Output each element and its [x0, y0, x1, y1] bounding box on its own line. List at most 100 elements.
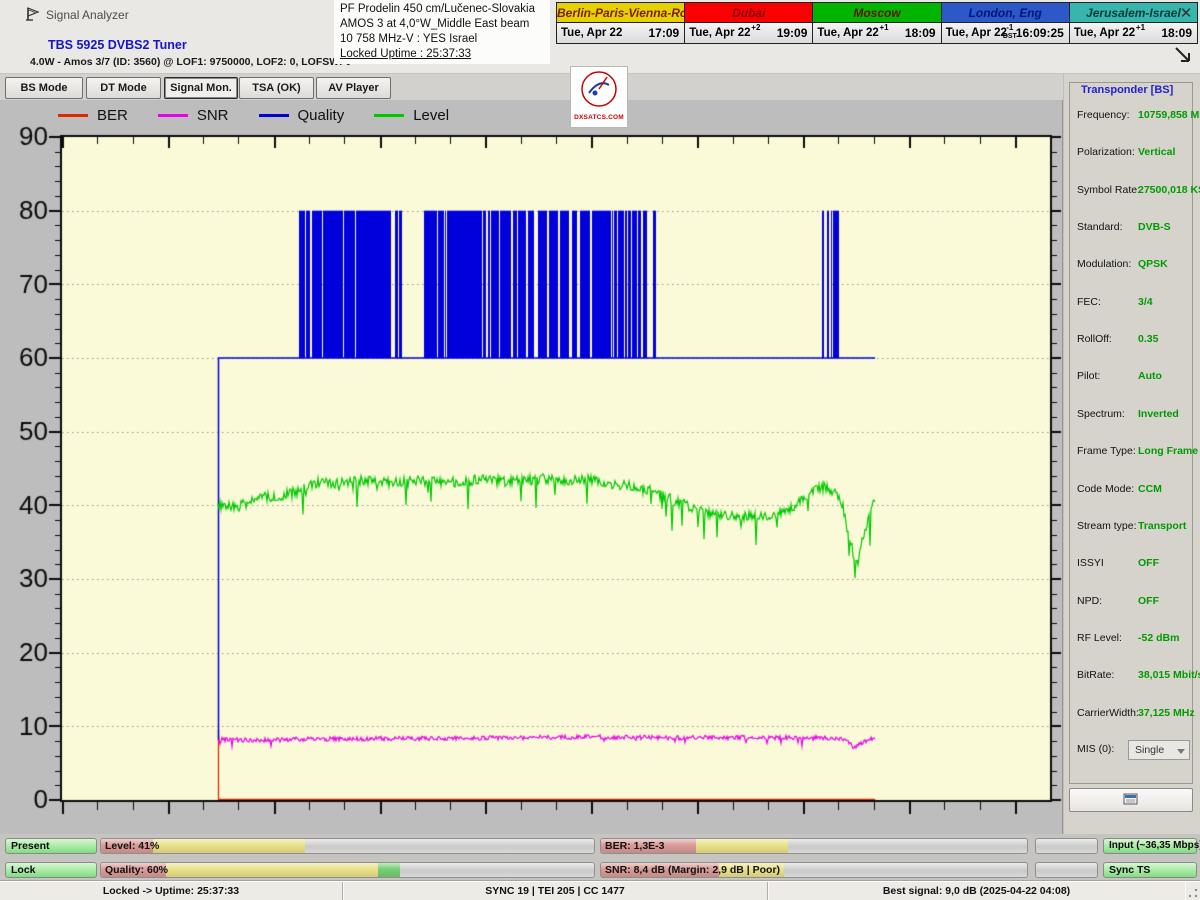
- legend-item-level: Level: [374, 107, 449, 124]
- transponder-row-label: Stream type:: [1077, 520, 1137, 532]
- transponder-panel: Transponder [BS] Frequency:10759,858 MHz…: [1064, 74, 1200, 880]
- clock-moscow: Moscow Tue, Apr 22 +1 18:09: [813, 3, 941, 43]
- tab-av-player[interactable]: AV Player: [316, 77, 391, 99]
- transponder-row-value: DVB-S: [1138, 221, 1171, 233]
- transponder-row-value: -52 dBm: [1138, 632, 1179, 644]
- transponder-row-label: BitRate:: [1077, 669, 1114, 681]
- transponder-row-value: Auto: [1138, 370, 1162, 382]
- ts-monitor-button[interactable]: [1069, 788, 1193, 812]
- clock-time: 19:09: [777, 26, 813, 40]
- mis-label: MIS (0):: [1077, 743, 1114, 755]
- transponder-row-label: CarrierWidth:: [1077, 707, 1139, 719]
- clock-time: 18:09: [905, 26, 941, 40]
- diagonal-arrow-icon[interactable]: [1172, 44, 1194, 66]
- lock-badge: Lock: [5, 862, 97, 878]
- input-rate-badge: Input (~36,35 Mbps): [1103, 838, 1197, 854]
- snr-progress-bar: SNR: 8,4 dB (Margin: 2,9 dB | Poor): [600, 862, 1028, 878]
- transponder-row: Spectrum:Inverted: [1070, 408, 1194, 422]
- transponder-row: Frame Type:Long Frame: [1070, 445, 1194, 459]
- level-progress-bar: Level: 41%: [100, 838, 595, 854]
- ber-progress-label: BER: 1,3E-3: [605, 840, 665, 852]
- window-title: Signal Analyzer: [46, 8, 129, 22]
- dxsatcs-logo: DXSATCS.COM: [570, 66, 628, 128]
- ber-progress-bar: BER: 1,3E-3: [600, 838, 1028, 854]
- transponder-row: CarrierWidth:37,125 MHz: [1070, 707, 1194, 721]
- site-line-3: 10 758 MHz-V : YES Israel: [340, 32, 544, 47]
- clock-dubai: Dubai Tue, Apr 22 +2 19:09: [685, 3, 813, 43]
- transponder-row-value: 10759,858 MHz: [1138, 109, 1200, 121]
- transponder-row: Code Mode: CCM: [1070, 483, 1194, 497]
- clock-utc-offset: +1: [879, 23, 888, 32]
- transponder-row-label: Modulation:: [1077, 258, 1131, 270]
- status-bars-band: Present Lock Level: 41% Quality: 60% BER…: [0, 834, 1200, 881]
- transponder-row: Stream type:Transport: [1070, 520, 1194, 534]
- close-icon[interactable]: ✕: [1176, 4, 1196, 22]
- transponder-row-value: OFF: [1138, 557, 1159, 569]
- clock-date: Tue, Apr 22: [813, 27, 878, 39]
- transponder-row-value: QPSK: [1138, 258, 1168, 270]
- site-line-2: AMOS 3 at 4,0°W_Middle East beam: [340, 17, 544, 32]
- progress-fill-segment: [696, 839, 788, 853]
- clock-city-label: Dubai: [685, 3, 812, 23]
- mis-dropdown[interactable]: Single: [1128, 740, 1190, 760]
- transponder-row-label: Code Mode:: [1077, 483, 1134, 495]
- transponder-row: RF Level: -52 dBm: [1070, 632, 1194, 646]
- transponder-row: ISSYIOFF: [1070, 557, 1194, 571]
- progress-fill-segment: [153, 839, 305, 853]
- transponder-row-label: RF Level:: [1077, 632, 1122, 644]
- quality-swatch: [259, 114, 289, 117]
- clock-date: Tue, Apr 22: [1070, 27, 1135, 39]
- clock-utc-offset: +2: [751, 23, 760, 32]
- transponder-row: Standard: DVB-S: [1070, 221, 1194, 235]
- transponder-row: Frequency:10759,858 MHz: [1070, 109, 1194, 123]
- level-progress-label: Level: 41%: [105, 840, 159, 852]
- tab-bs-mode[interactable]: BS Mode: [5, 77, 83, 99]
- transponder-row: RollOff:0.35: [1070, 333, 1194, 347]
- clock-utc-offset: -1DST: [1003, 23, 1017, 41]
- tab-signal-mon[interactable]: Signal Mon.: [164, 77, 238, 99]
- ts-monitor-icon: [1123, 793, 1139, 806]
- transponder-row-label: Pilot:: [1077, 370, 1100, 382]
- transponder-row-label: Polarization:: [1077, 146, 1135, 158]
- transponder-row-value: Inverted: [1138, 408, 1179, 420]
- transponder-row-value: OFF: [1138, 595, 1159, 607]
- quality-progress-label: Quality: 60%: [105, 864, 168, 876]
- transponder-row-label: Frequency:: [1077, 109, 1130, 121]
- signal-monitor-chart: [0, 126, 1063, 834]
- dxsatcs-logo-text: DXSATCS.COM: [571, 114, 627, 121]
- level-swatch: [374, 114, 404, 117]
- transponder-row-label: Standard:: [1077, 221, 1123, 233]
- tab-tsa[interactable]: TSA (OK): [239, 77, 314, 99]
- transponder-row-label: Frame Type:: [1077, 445, 1136, 457]
- site-line-uptime: Locked Uptime : 25:37:33: [340, 47, 544, 62]
- tab-dt-mode[interactable]: DT Mode: [86, 77, 161, 99]
- clock-city-label: Berlin-Paris-Vienna-Roma: [557, 3, 684, 23]
- clock-date: Tue, Apr 22: [942, 27, 1007, 39]
- clock-city-label: London, Eng: [942, 3, 1069, 23]
- clock-time: 18:09: [1161, 26, 1197, 40]
- resize-grip[interactable]: [1188, 888, 1198, 898]
- bar-stub: [1035, 862, 1098, 878]
- present-badge: Present: [5, 838, 97, 854]
- snr-progress-label: SNR: 8,4 dB (Margin: 2,9 dB | Poor): [605, 864, 780, 876]
- transponder-row: FEC:3/4: [1070, 296, 1194, 310]
- mis-row: MIS (0): Single: [1070, 743, 1194, 765]
- clock-date: Tue, Apr 22: [685, 27, 750, 39]
- dxsatcs-emblem-icon: [579, 69, 619, 109]
- transponder-row-value: 38,015 Mbit/s: [1138, 669, 1200, 681]
- transponder-row: Modulation: QPSK: [1070, 258, 1194, 272]
- transponder-row: NPD:OFF: [1070, 595, 1194, 609]
- snr-swatch: [158, 114, 188, 117]
- transponder-row-value: Vertical: [1138, 146, 1175, 158]
- transponder-row-value: 27500,018 KS/s: [1138, 184, 1200, 196]
- mis-selected-value: Single: [1135, 744, 1164, 756]
- transponder-row: BitRate:38,015 Mbit/s: [1070, 669, 1194, 683]
- ber-swatch: [58, 114, 88, 117]
- app-flag-icon: [24, 6, 40, 22]
- legend-item-quality: Quality: [259, 107, 345, 124]
- transponder-row-label: RollOff:: [1077, 333, 1112, 345]
- clock-city-label: Moscow: [813, 3, 940, 23]
- transponder-title: Transponder [BS]: [1078, 84, 1176, 96]
- transponder-row-value: CCM: [1138, 483, 1162, 495]
- transponder-row-label: Symbol Rate:: [1077, 184, 1140, 196]
